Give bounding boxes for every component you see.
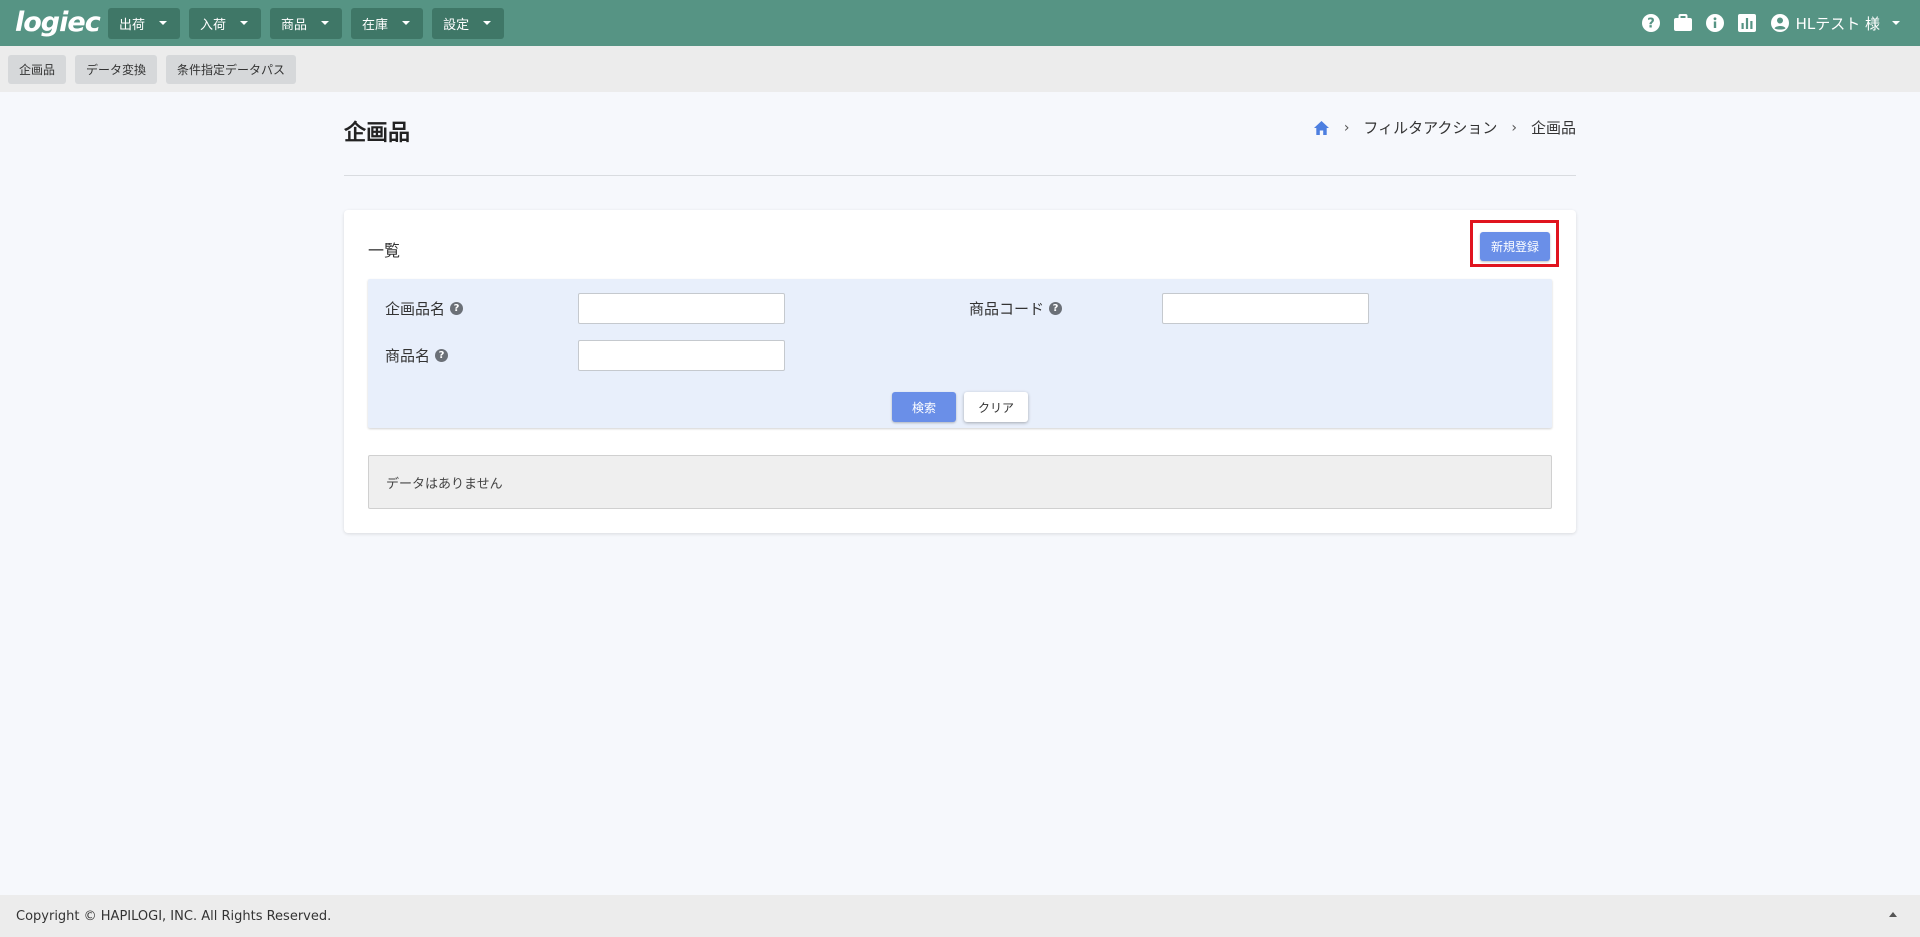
menu-label: 入荷 — [200, 17, 227, 33]
caret-down-icon — [483, 21, 492, 25]
header-divider — [344, 175, 1576, 176]
breadcrumb-current: 企画品 — [1530, 119, 1576, 137]
briefcase-icon[interactable] — [1672, 12, 1694, 34]
app-logo[interactable]: logiec — [15, 0, 101, 46]
page-title: 企画品 — [344, 121, 411, 146]
product-name-input[interactable] — [578, 340, 785, 371]
product-code-input[interactable] — [1162, 293, 1369, 324]
account-circle-icon — [1770, 14, 1789, 32]
label-text: 企画品名 — [385, 300, 446, 318]
menu-settings[interactable]: 設定 — [432, 7, 505, 39]
help-icon[interactable]: ? — [450, 302, 464, 315]
menu-receiving[interactable]: 入荷 — [189, 7, 262, 39]
menu-label: 出荷 — [119, 17, 146, 33]
svg-text:?: ? — [1647, 17, 1655, 32]
home-icon[interactable] — [1313, 120, 1330, 136]
product-name-label: 商品名 ? — [385, 345, 449, 366]
product-code-label: 商品コード ? — [969, 298, 1063, 319]
menu-label: 設定 — [443, 17, 470, 33]
help-icon[interactable]: ? — [1640, 12, 1662, 34]
chevron-right-icon: › — [1343, 119, 1350, 136]
caret-down-icon — [402, 21, 411, 25]
subnav-conditional-data-path[interactable]: 条件指定データパス — [166, 54, 297, 84]
info-icon[interactable] — [1704, 12, 1726, 34]
plan-item-name-label: 企画品名 ? — [385, 298, 464, 319]
caret-down-icon — [1892, 21, 1900, 25]
new-register-button[interactable]: 新規登録 — [1480, 232, 1550, 261]
menu-label: 商品 — [281, 17, 308, 33]
scroll-to-top-icon[interactable] — [1889, 912, 1897, 917]
main-menu: 出荷 入荷 商品 在庫 設定 — [108, 7, 505, 39]
copyright-text: Copyright © HAPILOGI, INC. All Rights Re… — [16, 908, 332, 924]
list-card: 一覧 新規登録 企画品名 ? 商品コード ? 商品名 ? 検索 クリア データは… — [344, 210, 1576, 533]
menu-products[interactable]: 商品 — [270, 7, 343, 39]
search-panel: 企画品名 ? 商品コード ? 商品名 ? 検索 クリア — [368, 279, 1552, 428]
label-text: 商品コード — [969, 300, 1045, 318]
breadcrumb-filter-action[interactable]: フィルタアクション — [1363, 117, 1497, 138]
menu-label: 在庫 — [362, 17, 389, 33]
subnav-data-conversion[interactable]: データ変換 — [75, 54, 158, 84]
subnav-plan-items[interactable]: 企画品 — [8, 54, 67, 84]
report-chart-icon[interactable] — [1736, 12, 1758, 34]
caret-down-icon — [159, 21, 168, 25]
navbar-actions: ? HLテスト 様 — [1640, 0, 1900, 46]
help-icon[interactable]: ? — [435, 349, 449, 362]
empty-result-message: データはありません — [368, 455, 1552, 509]
label-text: 商品名 — [385, 347, 431, 365]
user-name: HLテスト 様 — [1795, 14, 1880, 33]
help-icon[interactable]: ? — [1049, 302, 1063, 315]
footer: Copyright © HAPILOGI, INC. All Rights Re… — [0, 895, 1920, 937]
plan-item-name-input[interactable] — [578, 293, 785, 324]
clear-button[interactable]: クリア — [964, 392, 1028, 422]
chevron-right-icon: › — [1511, 119, 1517, 136]
top-navbar: logiec 出荷 入荷 商品 在庫 設定 ? HLテスト 様 — [0, 0, 1920, 46]
caret-down-icon — [321, 21, 330, 25]
user-menu[interactable]: HLテスト 様 — [1770, 13, 1900, 34]
menu-shipping[interactable]: 出荷 — [108, 7, 181, 39]
search-button[interactable]: 検索 — [892, 392, 956, 422]
sub-navbar: 企画品 データ変換 条件指定データパス — [0, 46, 1920, 92]
caret-down-icon — [240, 21, 249, 25]
breadcrumb: › フィルタアクション › 企画品 — [1313, 117, 1576, 138]
card-title: 一覧 — [368, 241, 401, 260]
menu-inventory[interactable]: 在庫 — [351, 7, 424, 39]
